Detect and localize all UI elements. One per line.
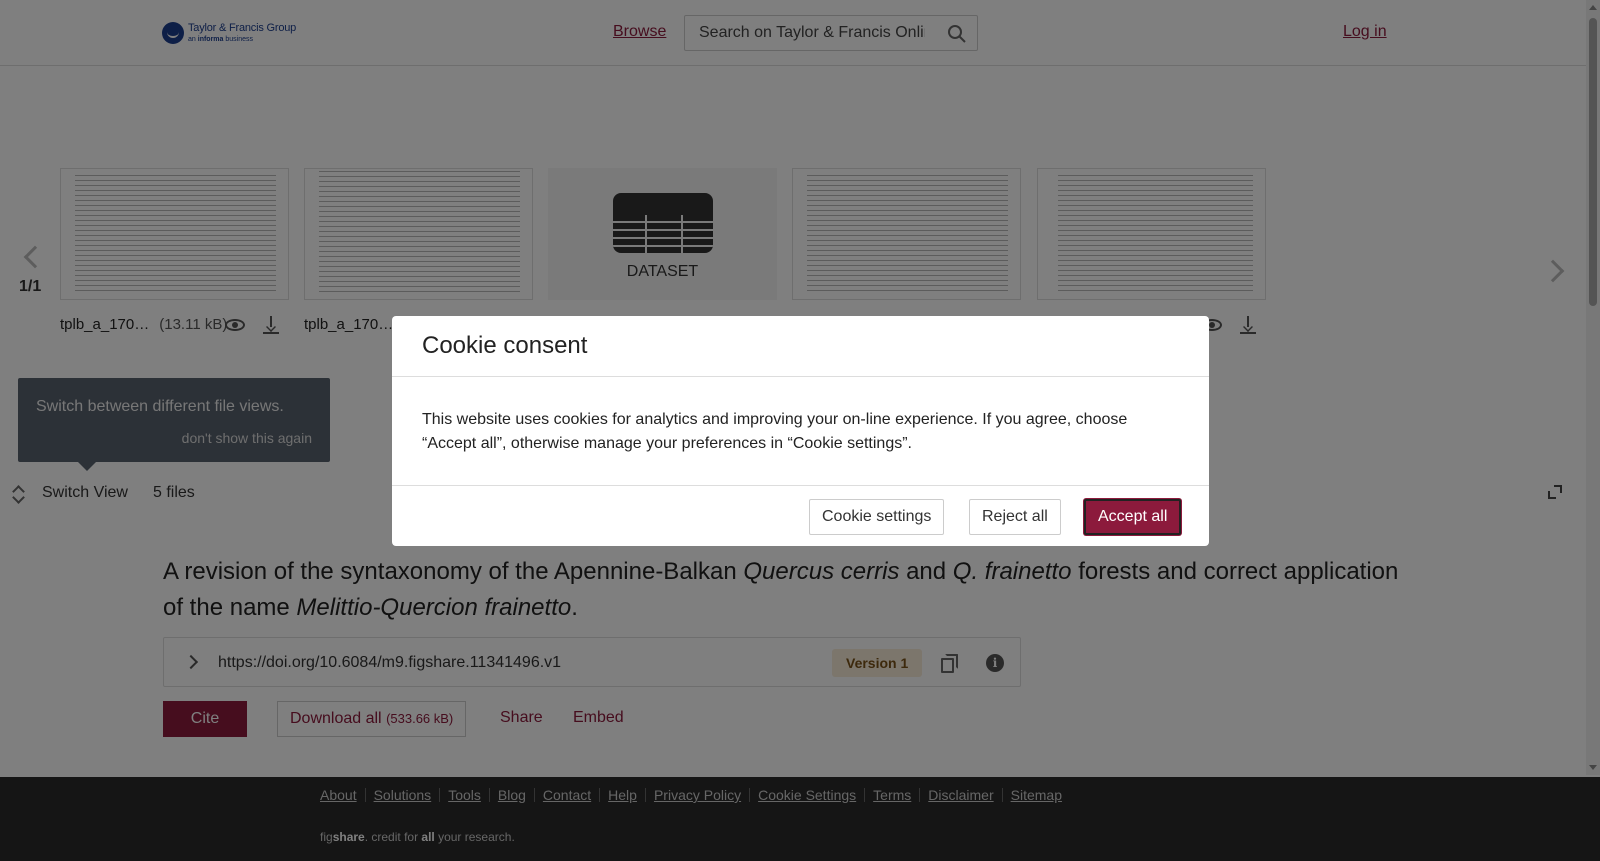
- reject-all-button[interactable]: Reject all: [969, 499, 1061, 535]
- dialog-title: Cookie consent: [422, 332, 588, 359]
- divider: [392, 376, 1209, 377]
- cookie-settings-button[interactable]: Cookie settings: [809, 499, 945, 535]
- accept-all-button[interactable]: Accept all: [1084, 499, 1182, 535]
- dialog-body: This website uses cookies for analytics …: [422, 411, 1128, 452]
- cookie-consent-dialog: Cookie consent This website uses cookies…: [392, 316, 1209, 546]
- divider: [392, 485, 1209, 486]
